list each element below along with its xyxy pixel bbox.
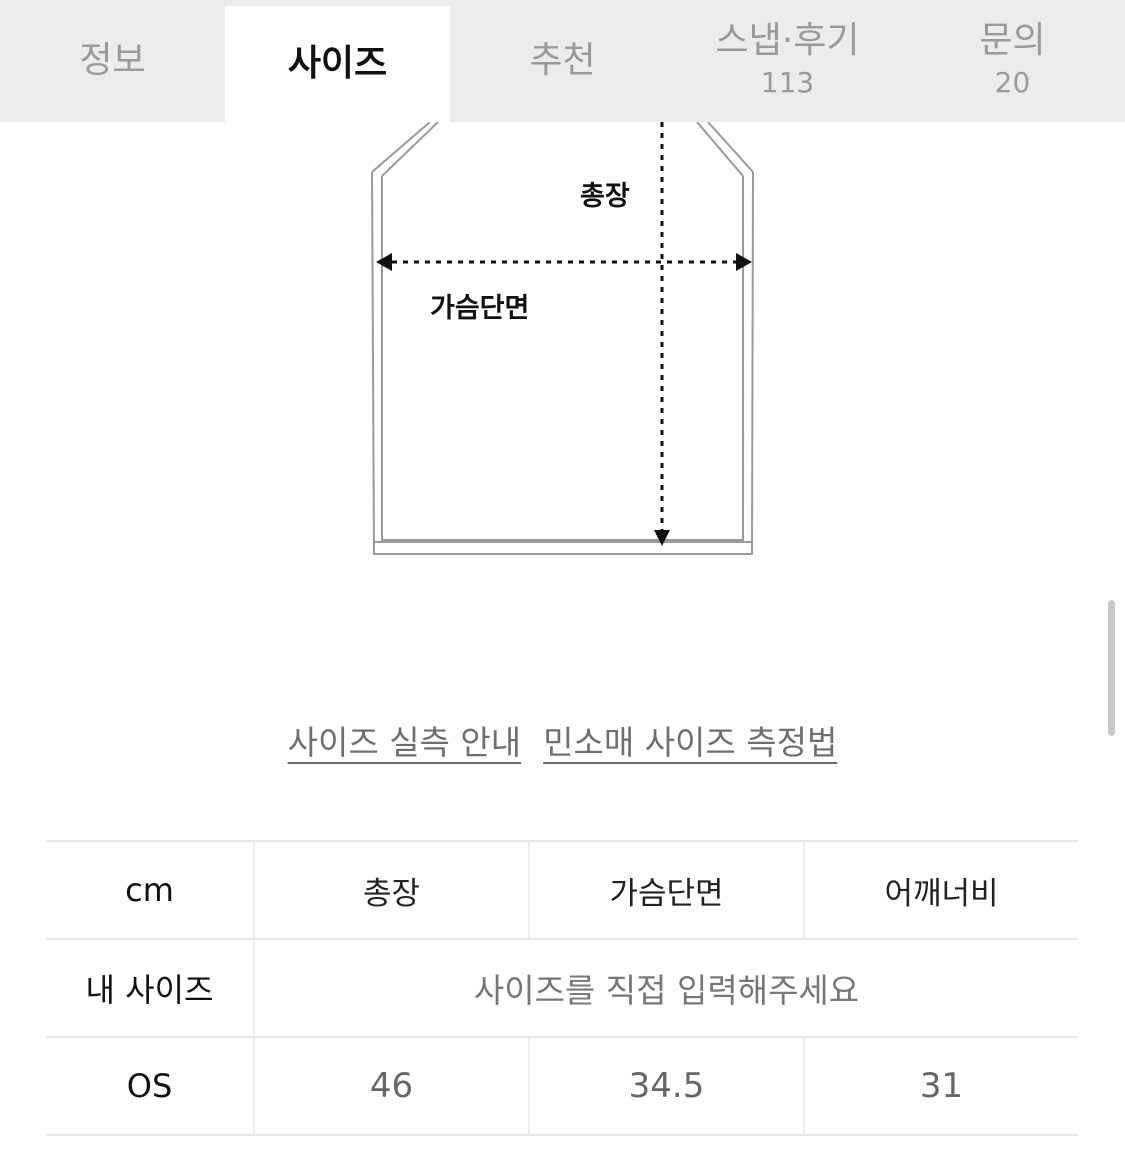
tab-recommend[interactable]: 추천	[450, 0, 675, 122]
size-guide-links: 사이즈 실측 안내 민소매 사이즈 측정법	[0, 716, 1125, 764]
size-diagram: 총장 가슴단면	[0, 122, 1125, 572]
table-header-row: cm 총장 가슴단면 어깨너비	[46, 840, 1078, 940]
size-guide-link[interactable]: 사이즈 실측 안내	[288, 716, 522, 764]
unit-header: cm	[46, 840, 254, 940]
my-size-label: 내 사이즈	[46, 938, 254, 1038]
chest-width-measure	[376, 253, 752, 271]
tab-recommend-label: 추천	[529, 40, 596, 82]
size-table: cm 총장 가슴단면 어깨너비 내 사이즈 사이즈를 직접 입력해주세요 OS …	[46, 840, 1078, 1136]
tab-bar: 정보 사이즈 추천 스냅·후기 113 문의 20	[0, 0, 1125, 122]
my-size-input-prompt[interactable]: 사이즈를 직접 입력해주세요	[253, 938, 1078, 1038]
shoulder-width-value: 31	[803, 1036, 1078, 1136]
tab-size-label: 사이즈	[287, 43, 388, 85]
total-length-value: 46	[253, 1036, 529, 1136]
size-name-cell: OS	[46, 1036, 254, 1136]
tab-snap-review-label: 스냅·후기	[715, 20, 860, 62]
my-size-row: 내 사이즈 사이즈를 직접 입력해주세요	[46, 938, 1078, 1038]
table-row: OS 46 34.5 31	[46, 1036, 1078, 1136]
tab-info-label: 정보	[79, 40, 146, 82]
tab-inquiry-count: 20	[994, 65, 1031, 99]
tab-size[interactable]: 사이즈	[225, 6, 450, 122]
garment-outline	[371, 122, 754, 555]
column-header-total-length: 총장	[253, 840, 529, 940]
column-header-shoulder-width: 어깨너비	[803, 840, 1078, 940]
chest-width-value: 34.5	[528, 1036, 804, 1136]
tab-info[interactable]: 정보	[0, 0, 225, 122]
chest-width-label: 가슴단면	[430, 293, 530, 324]
sleeveless-top-diagram	[371, 122, 754, 555]
tab-inquiry-label: 문의	[979, 20, 1046, 62]
sleeveless-measure-link[interactable]: 민소매 사이즈 측정법	[543, 716, 837, 764]
tab-inquiry[interactable]: 문의 20	[900, 0, 1125, 122]
tab-snap-review[interactable]: 스냅·후기 113	[675, 0, 900, 122]
total-length-measure	[654, 122, 670, 546]
column-header-chest-width: 가슴단면	[528, 840, 804, 940]
tab-snap-review-count: 113	[760, 65, 815, 99]
total-length-label: 총장	[580, 181, 630, 212]
